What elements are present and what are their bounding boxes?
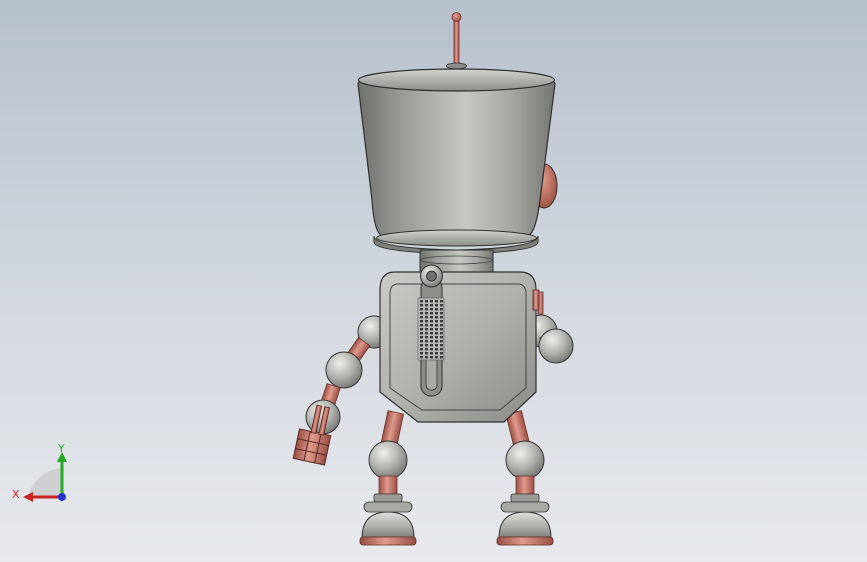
- grille-hole: [440, 352, 443, 355]
- grille-hole: [440, 344, 443, 347]
- triad-x-label: X: [12, 488, 20, 501]
- grille-hole: [440, 356, 443, 359]
- grille-hole: [430, 316, 433, 319]
- grille-hole: [420, 316, 423, 319]
- grille-hole: [435, 300, 438, 303]
- grille-hole: [435, 352, 438, 355]
- grille-hole: [425, 332, 428, 335]
- triad-x-arrow: [23, 492, 33, 502]
- grille-hole: [425, 320, 428, 323]
- grille-hole: [435, 348, 438, 351]
- grille-hole: [435, 316, 438, 319]
- grille-hole: [430, 312, 433, 315]
- grille-hole: [435, 356, 438, 359]
- grille-hole: [425, 316, 428, 319]
- grille-hole: [440, 328, 443, 331]
- grille-hole: [425, 352, 428, 355]
- grille-hole: [440, 348, 443, 351]
- grille-hole: [420, 332, 423, 335]
- grille-hole: [425, 312, 428, 315]
- grille-hole: [430, 344, 433, 347]
- grille-hole: [435, 332, 438, 335]
- grille-hole: [425, 336, 428, 339]
- grille-hole: [420, 344, 423, 347]
- grille-hole: [435, 324, 438, 327]
- grille-hole: [420, 320, 423, 323]
- grille-hole: [440, 336, 443, 339]
- triad-y-label: Y: [57, 442, 65, 455]
- grille-hole: [440, 312, 443, 315]
- grille-hole: [440, 304, 443, 307]
- torso: [379, 264, 540, 423]
- grille-hole: [425, 356, 428, 359]
- speaker-grille: [417, 297, 445, 361]
- grille-hole: [425, 300, 428, 303]
- grille-hole: [425, 304, 428, 307]
- robot-model[interactable]: [0, 0, 867, 562]
- grille-hole: [420, 348, 423, 351]
- grille-hole: [420, 308, 423, 311]
- grille-hole: [420, 304, 423, 307]
- grille-hole: [435, 336, 438, 339]
- grille-hole: [420, 336, 423, 339]
- orientation-triad: Y X: [12, 442, 67, 502]
- grille-hole: [430, 300, 433, 303]
- grille-hole: [430, 348, 433, 351]
- grille-hole: [420, 312, 423, 315]
- grille-hole: [440, 300, 443, 303]
- grille-hole: [420, 356, 423, 359]
- grille-hole: [430, 336, 433, 339]
- head: [357, 68, 556, 255]
- leg-right: [496, 410, 554, 546]
- grille-hole: [425, 328, 428, 331]
- grille-hole: [430, 328, 433, 331]
- grille-hole: [430, 320, 433, 323]
- grille-hole: [420, 328, 423, 331]
- grille-hole: [430, 356, 433, 359]
- grille-hole: [435, 320, 438, 323]
- grille-hole: [440, 316, 443, 319]
- grille-hole: [420, 352, 423, 355]
- triad-z-axis: [58, 493, 66, 501]
- grille-hole: [435, 344, 438, 347]
- grille-hole: [440, 320, 443, 323]
- grille-hole: [430, 304, 433, 307]
- grille-hole: [435, 304, 438, 307]
- grille-hole: [435, 340, 438, 343]
- graphics-viewport[interactable]: Y X: [0, 0, 867, 562]
- grille-hole: [425, 348, 428, 351]
- grille-hole: [425, 308, 428, 311]
- grille-hole: [420, 324, 423, 327]
- grille-hole: [435, 312, 438, 315]
- grille-hole: [440, 332, 443, 335]
- grille-hole: [440, 308, 443, 311]
- triad-plane: [28, 468, 62, 496]
- grille-hole: [435, 308, 438, 311]
- antenna: [446, 12, 467, 70]
- grille-hole: [420, 340, 423, 343]
- grille-hole: [430, 352, 433, 355]
- grille-hole: [420, 300, 423, 303]
- grille-hole: [430, 308, 433, 311]
- grille-hole: [425, 324, 428, 327]
- grille-hole: [430, 324, 433, 327]
- leg-left: [359, 410, 417, 546]
- grille-hole: [430, 340, 433, 343]
- grille-hole: [425, 344, 428, 347]
- grille-hole: [425, 340, 428, 343]
- grille-hole: [430, 332, 433, 335]
- grille-hole: [435, 328, 438, 331]
- grille-hole: [440, 340, 443, 343]
- grille-hole: [440, 324, 443, 327]
